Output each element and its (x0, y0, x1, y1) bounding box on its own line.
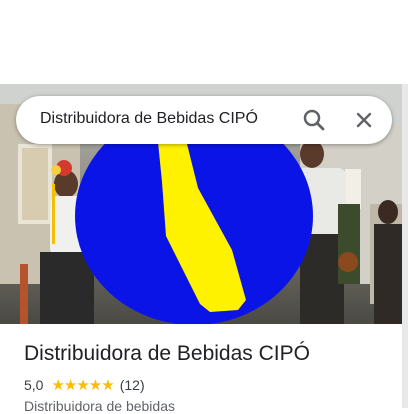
rating-value: 5,0 (24, 377, 44, 393)
review-count[interactable]: (12) (120, 377, 145, 393)
close-icon[interactable] (350, 106, 378, 134)
top-blank-area (0, 0, 408, 84)
scrollbar[interactable] (402, 84, 408, 408)
search-bar[interactable]: Distribuidora de Bebidas CIPÓ (16, 96, 392, 144)
place-category: Distribuidora de bebidas (24, 398, 175, 414)
search-input[interactable]: Distribuidora de Bebidas CIPÓ (40, 110, 258, 128)
rating-stars-icon: ★★★★★ (51, 377, 114, 394)
place-title: Distribuidora de Bebidas CIPÓ (24, 342, 310, 365)
search-icon[interactable] (300, 106, 328, 134)
rating-row[interactable]: 5,0 ★★★★★ (12) (24, 376, 145, 394)
